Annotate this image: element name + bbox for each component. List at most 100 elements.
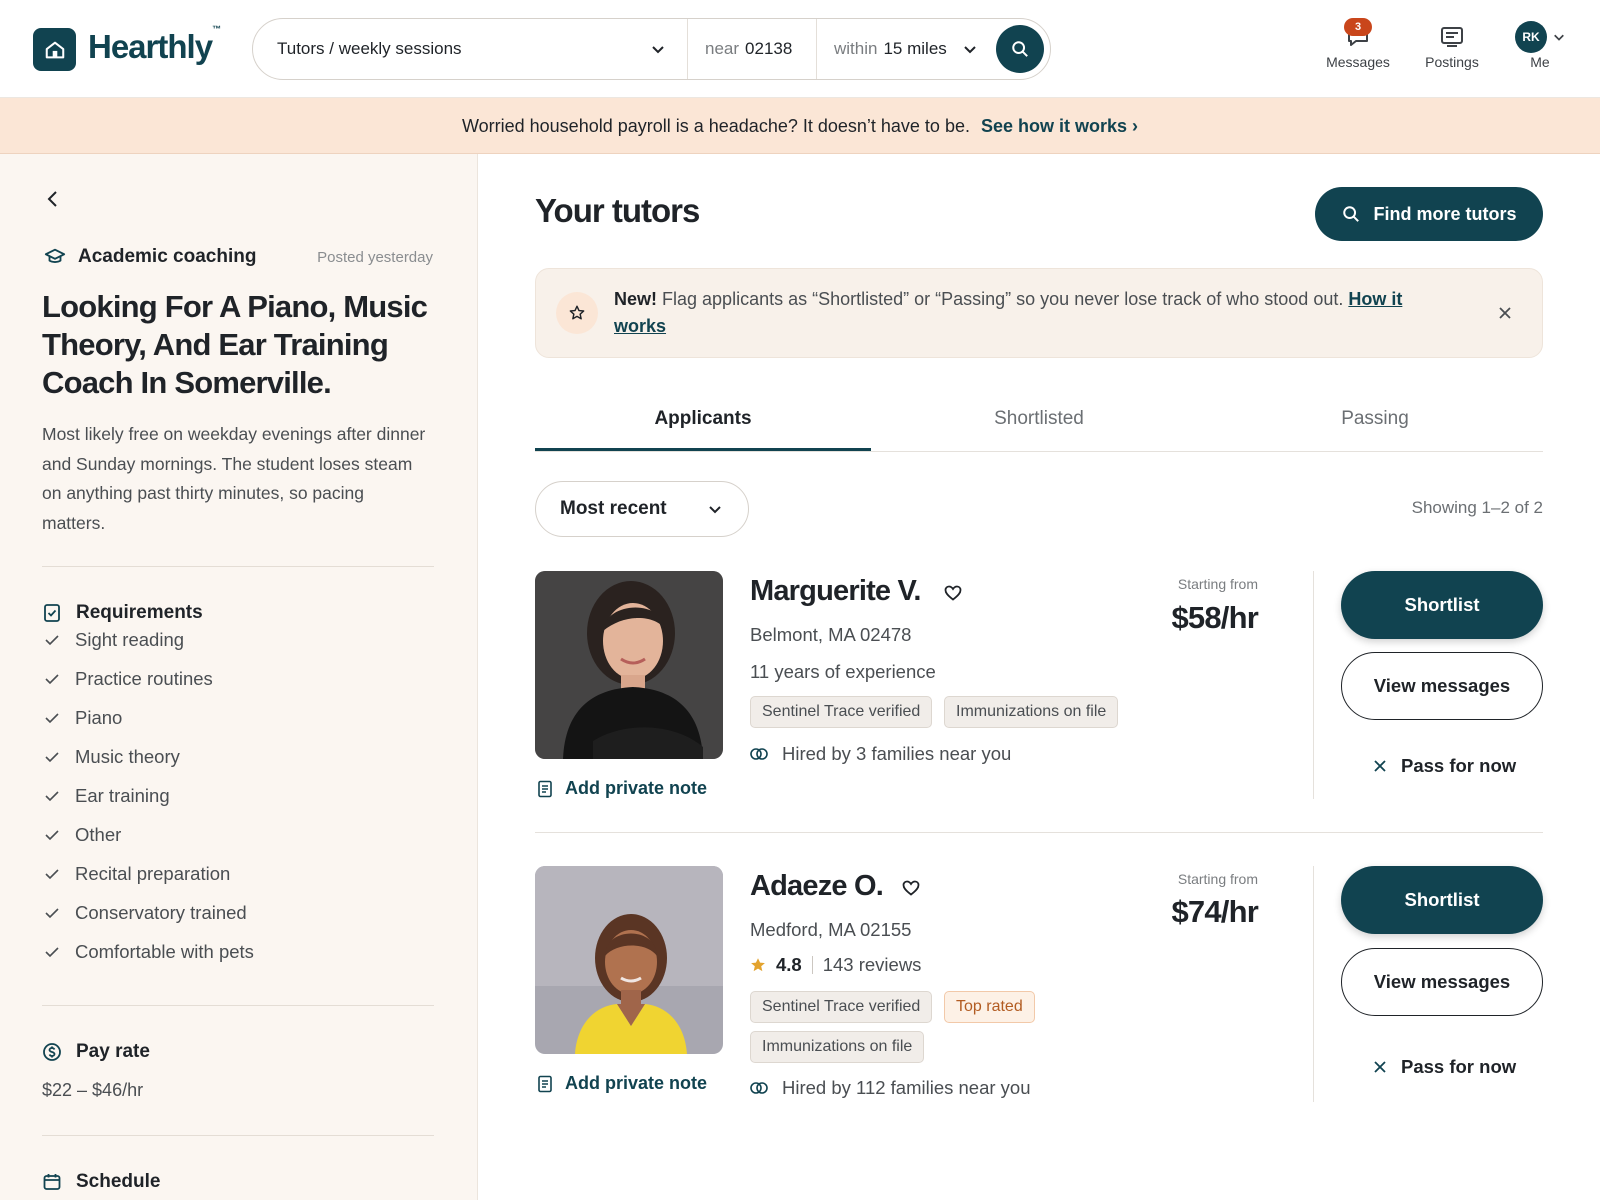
view-messages-button[interactable]: View messages: [1341, 948, 1543, 1016]
job-category: Academic coaching: [78, 246, 257, 267]
divider: [687, 19, 688, 79]
pass-button[interactable]: Pass for now: [1373, 1056, 1516, 1078]
divider: [816, 19, 817, 79]
graduation-cap-icon: [44, 246, 66, 268]
star-icon: [556, 292, 598, 334]
check-icon: [45, 830, 59, 841]
list-item: Comfortable with pets: [44, 932, 254, 971]
tab-shortlisted[interactable]: Shortlisted: [871, 392, 1207, 451]
distance-select[interactable]: within 15 miles: [834, 19, 947, 79]
divider: [42, 1005, 434, 1006]
brand-wordmark[interactable]: Hearthly™: [88, 24, 221, 66]
immunization-chip: Immunizations on file: [750, 1031, 925, 1063]
tutor-photo[interactable]: [535, 571, 723, 759]
divider: [1313, 866, 1314, 1102]
banner-link[interactable]: See how it works ›: [981, 116, 1138, 136]
job-description: Most likely free on weekday evenings aft…: [42, 424, 426, 533]
search-icon: [1012, 41, 1028, 57]
close-icon[interactable]: [1498, 306, 1512, 320]
nav-messages[interactable]: 3 Messages: [1318, 18, 1398, 70]
divider: [42, 1135, 434, 1136]
shortlist-button[interactable]: Shortlist: [1341, 866, 1543, 934]
list-item: Practice routines: [44, 660, 254, 699]
feature-notice: New! Flag applicants as “Shortlisted” or…: [535, 268, 1543, 358]
rings-icon: [750, 1082, 768, 1094]
tutor-name[interactable]: Adaeze O.: [750, 870, 884, 903]
check-icon: [45, 713, 59, 724]
sort-select[interactable]: Most recent: [535, 481, 749, 537]
back-arrow-icon[interactable]: [46, 190, 60, 208]
hired-count: Hired by 3 families near you: [750, 743, 1011, 765]
tab-applicants[interactable]: Applicants: [535, 392, 871, 451]
service-select[interactable]: Tutors / weekly sessions: [277, 19, 462, 79]
checkbox-icon: [44, 604, 60, 622]
heart-icon[interactable]: [902, 880, 920, 896]
results-count: Showing 1–2 of 2: [1411, 498, 1543, 517]
tutor-location: Belmont, MA 02478: [750, 624, 912, 645]
check-icon: [45, 752, 59, 763]
shortlist-button[interactable]: Shortlist: [1341, 571, 1543, 639]
check-icon: [45, 791, 59, 802]
chevron-down-icon: [708, 502, 722, 516]
chevron-down-icon[interactable]: [963, 42, 977, 56]
nav-messages-label: Messages: [1326, 54, 1390, 70]
star-icon: [751, 958, 765, 972]
tab-passing[interactable]: Passing: [1207, 392, 1543, 451]
verification-chip: Sentinel Trace verified: [750, 991, 933, 1023]
list-item: Conservatory trained: [44, 893, 254, 932]
nav-postings-label: Postings: [1425, 54, 1479, 70]
chevron-down-icon: [1554, 34, 1564, 41]
divider: [535, 832, 1543, 833]
tutor-rating: 4.8 143 reviews: [750, 954, 921, 976]
unread-badge: 3: [1344, 18, 1372, 36]
notice-text: New! Flag applicants as “Shortlisted” or…: [614, 289, 1403, 336]
note-icon: [538, 1075, 552, 1092]
schedule-heading: Schedule: [42, 1171, 160, 1193]
price-label: Starting from: [1177, 576, 1258, 592]
add-note-button[interactable]: Add private note: [537, 1073, 707, 1094]
tutor-photo[interactable]: [535, 866, 723, 1054]
search-button[interactable]: [996, 25, 1044, 73]
pay-rate-heading: Pay rate: [42, 1041, 150, 1063]
chevron-down-icon[interactable]: [651, 42, 665, 56]
search-icon: [1342, 206, 1359, 222]
rings-icon: [750, 748, 768, 760]
applicant-tabs: Applicants Shortlisted Passing: [535, 392, 1543, 452]
hourly-rate: $58/hr: [1171, 600, 1258, 635]
nav-me[interactable]: RK Me: [1512, 20, 1568, 70]
note-icon: [538, 780, 552, 797]
zip-field[interactable]: near 02138: [705, 19, 792, 79]
find-more-tutors-button[interactable]: Find more tutors: [1315, 187, 1543, 241]
dollar-circle-icon: [43, 1043, 61, 1061]
tutor-name[interactable]: Marguerite V.: [750, 575, 921, 608]
heart-icon[interactable]: [944, 585, 962, 601]
add-note-button[interactable]: Add private note: [537, 778, 707, 799]
job-title: Looking For A Piano, Music Theory, And E…: [42, 289, 428, 400]
divider: [811, 956, 813, 974]
page-title: Your tutors: [535, 192, 700, 229]
hired-count: Hired by 112 families near you: [750, 1077, 1031, 1099]
banner-text: Worried household payroll is a headache?…: [461, 116, 970, 136]
avatar[interactable]: RK: [1515, 21, 1547, 53]
immunization-chip: Immunizations on file: [944, 696, 1119, 728]
list-item: Piano: [44, 699, 254, 738]
check-icon: [45, 908, 59, 918]
requirements-list: Sight reading Practice routines Piano Mu…: [44, 621, 254, 971]
close-icon: [1374, 760, 1386, 772]
list-item: Recital preparation: [44, 854, 254, 893]
nav-me-label: Me: [1530, 54, 1550, 70]
postings-icon: [1441, 27, 1463, 47]
list-item: Sight reading: [44, 621, 254, 660]
list-item: Other: [44, 815, 254, 854]
pass-button[interactable]: Pass for now: [1373, 755, 1516, 777]
calendar-icon: [43, 1174, 61, 1190]
view-messages-button[interactable]: View messages: [1341, 652, 1543, 720]
home-logo-icon[interactable]: [33, 28, 76, 71]
nav-postings[interactable]: Postings: [1417, 20, 1487, 70]
tutor-experience: 11 years of experience: [750, 661, 936, 682]
check-icon: [45, 946, 59, 957]
top-header: Hearthly™ Tutors / weekly sessions near 0…: [0, 0, 1600, 98]
divider: [1313, 571, 1314, 799]
top-rated-chip: Top rated: [944, 991, 1035, 1023]
list-item: Music theory: [44, 738, 254, 777]
